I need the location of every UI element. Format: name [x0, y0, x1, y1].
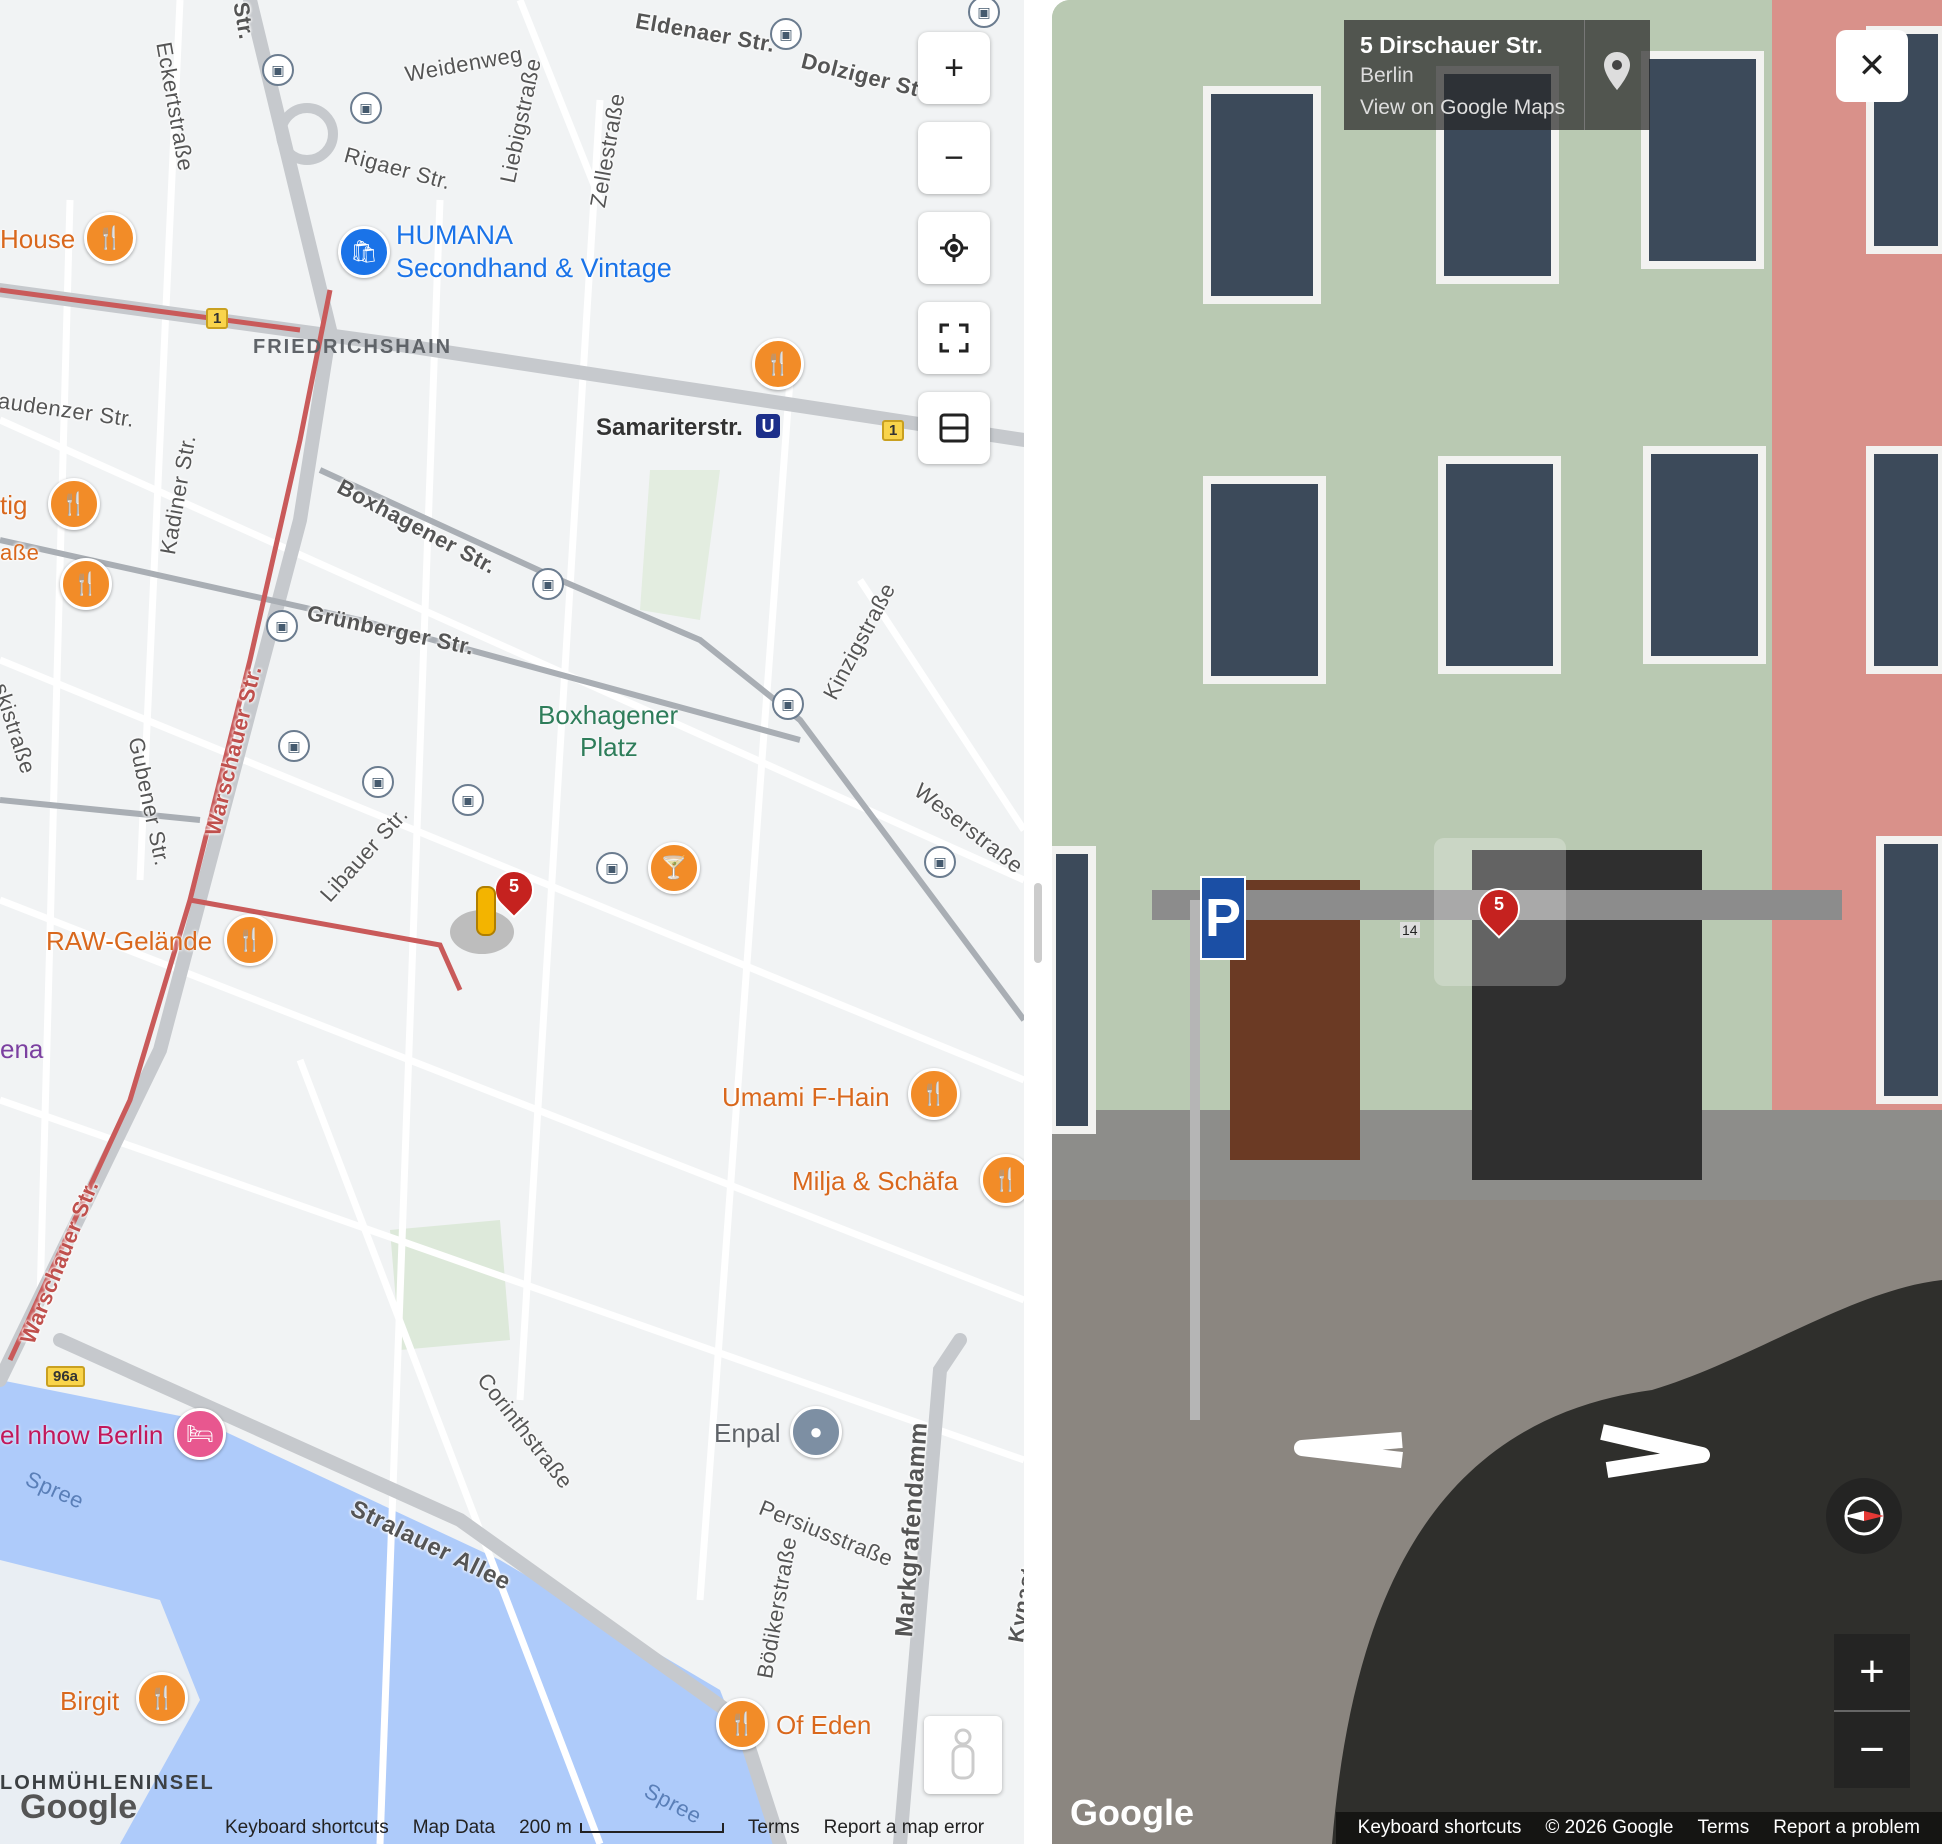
- restaurant-pin[interactable]: 🍴: [980, 1154, 1024, 1206]
- road-shield: 96a: [46, 1366, 86, 1387]
- tram-stop-icon[interactable]: ▣: [596, 852, 628, 884]
- road-shield: 1: [206, 308, 229, 329]
- restaurant-pin[interactable]: 🍴: [48, 478, 100, 530]
- street-view-panel[interactable]: P 14 5 ✕ + − Google Keyboard shortcuts ©…: [1052, 0, 1942, 1844]
- place-label[interactable]: tig: [0, 490, 27, 521]
- address-infobox: 5 Dirschauer Str. Berlin View on Google …: [1344, 20, 1650, 130]
- location-marker-number: 5: [508, 876, 519, 896]
- close-button[interactable]: ✕: [1836, 30, 1908, 102]
- sign-pole: [1190, 900, 1200, 1420]
- copyright-label: © 2026 Google: [1545, 1817, 1674, 1838]
- humana-label-2[interactable]: Secondhand & Vintage: [396, 253, 672, 284]
- business-pin[interactable]: ●: [790, 1406, 842, 1458]
- park-area: [640, 470, 720, 620]
- split-view-icon: [939, 413, 969, 443]
- shopping-pin[interactable]: 🛍: [338, 226, 390, 278]
- fullscreen-icon: [939, 323, 969, 353]
- tram-stop-icon[interactable]: ▣: [532, 568, 564, 600]
- restaurant-pin[interactable]: 🍴: [84, 212, 136, 264]
- fullscreen-button[interactable]: [918, 302, 990, 374]
- map-panel[interactable]: Eldenaer Str. Dolziger Str. Weidenweg Ec…: [0, 0, 1024, 1844]
- address-title: 5 Dirschauer Str.: [1360, 32, 1543, 58]
- split-view-button[interactable]: [918, 392, 990, 464]
- place-label[interactable]: ena: [0, 1034, 43, 1065]
- scale-bar: [579, 1823, 724, 1833]
- place-label[interactable]: Milja & Schäfa: [792, 1166, 958, 1197]
- tram-stop-icon[interactable]: ▣: [772, 688, 804, 720]
- map-pin-icon[interactable]: [1602, 50, 1642, 100]
- bar-pin[interactable]: 🍸: [648, 842, 700, 894]
- view-on-maps-link[interactable]: View on Google Maps: [1360, 96, 1565, 120]
- restaurant-pin[interactable]: 🍴: [908, 1068, 960, 1120]
- compass-icon: [1844, 1496, 1884, 1536]
- restaurant-pin[interactable]: 🍴: [224, 914, 276, 966]
- google-logo: Google: [20, 1788, 138, 1826]
- park-label-2[interactable]: Platz: [580, 732, 638, 763]
- restaurant-pin[interactable]: 🍴: [752, 338, 804, 390]
- tram-stop-icon[interactable]: ▣: [262, 54, 294, 86]
- terms-link[interactable]: Terms: [748, 1817, 800, 1839]
- terms-link[interactable]: Terms: [1697, 1817, 1749, 1839]
- wooden-door: [1230, 880, 1360, 1160]
- road-shield: 1: [882, 420, 905, 441]
- zoom-in-button[interactable]: +: [918, 32, 990, 104]
- tram-stop-icon[interactable]: ▣: [452, 784, 484, 816]
- keyboard-shortcuts-link[interactable]: Keyboard shortcuts: [1358, 1817, 1522, 1839]
- report-map-error-link[interactable]: Report a map error: [824, 1817, 985, 1839]
- tram-stop-icon[interactable]: ▣: [278, 730, 310, 762]
- place-label[interactable]: Birgit: [60, 1686, 119, 1717]
- tram-stop-icon[interactable]: ▣: [770, 18, 802, 50]
- sv-zoom-in-button[interactable]: +: [1834, 1634, 1910, 1712]
- keyboard-shortcuts-link[interactable]: Keyboard shortcuts: [225, 1817, 389, 1839]
- place-label[interactable]: House: [0, 224, 75, 255]
- hotel-pin[interactable]: 🛏: [174, 1408, 226, 1460]
- district-label: FRIEDRICHSHAIN: [253, 336, 453, 358]
- parking-sign: P: [1200, 876, 1246, 960]
- pegman-outline-icon: [951, 1728, 975, 1780]
- crosshair-icon: [940, 234, 968, 262]
- place-label[interactable]: Enpal: [714, 1418, 781, 1449]
- resize-handle[interactable]: [1034, 883, 1042, 963]
- restaurant-pin[interactable]: 🍴: [136, 1672, 188, 1724]
- house-number: 14: [1400, 922, 1420, 938]
- place-label[interactable]: el nhow Berlin: [0, 1420, 163, 1451]
- report-problem-link[interactable]: Report a problem: [1773, 1817, 1920, 1839]
- tram-stop-icon[interactable]: ▣: [350, 92, 382, 124]
- place-label[interactable]: Umami F-Hain: [722, 1082, 890, 1113]
- street-view-footer: Keyboard shortcuts © 2026 Google Terms R…: [1335, 1812, 1942, 1844]
- station-label[interactable]: Samariterstr.: [596, 414, 743, 442]
- zoom-out-button[interactable]: −: [918, 122, 990, 194]
- restaurant-pin[interactable]: 🍴: [716, 1698, 768, 1750]
- restaurant-pin[interactable]: 🍴: [60, 558, 112, 610]
- tram-stop-icon[interactable]: ▣: [924, 846, 956, 878]
- city-label: Berlin: [1360, 64, 1414, 87]
- place-label[interactable]: Of Eden: [776, 1710, 871, 1741]
- park-area: [390, 1220, 510, 1350]
- location-marker-number: 5: [1493, 894, 1504, 914]
- map-data-link[interactable]: Map Data: [413, 1817, 495, 1839]
- place-label[interactable]: RAW-Gelände: [46, 926, 212, 957]
- park-label-1[interactable]: Boxhagener: [538, 700, 678, 731]
- infobox-divider: [1584, 20, 1585, 130]
- compass-button[interactable]: [1826, 1478, 1902, 1554]
- pegman-button[interactable]: [924, 1716, 1002, 1794]
- map-footer: Keyboard shortcuts Map Data 200 m Terms …: [225, 1812, 1008, 1844]
- humana-label-1[interactable]: HUMANA: [396, 220, 513, 251]
- google-logo: Google: [1070, 1792, 1194, 1833]
- my-location-button[interactable]: [918, 212, 990, 284]
- tram-stop-icon[interactable]: ▣: [362, 766, 394, 798]
- scale-label[interactable]: 200 m: [519, 1817, 572, 1839]
- route-line: [0, 287, 301, 333]
- sv-zoom-out-button[interactable]: −: [1834, 1712, 1910, 1788]
- ubahn-icon: U: [756, 414, 780, 438]
- tram-stop-icon[interactable]: ▣: [266, 610, 298, 642]
- pegman-icon[interactable]: [476, 886, 496, 936]
- street-label: aße: [0, 540, 40, 565]
